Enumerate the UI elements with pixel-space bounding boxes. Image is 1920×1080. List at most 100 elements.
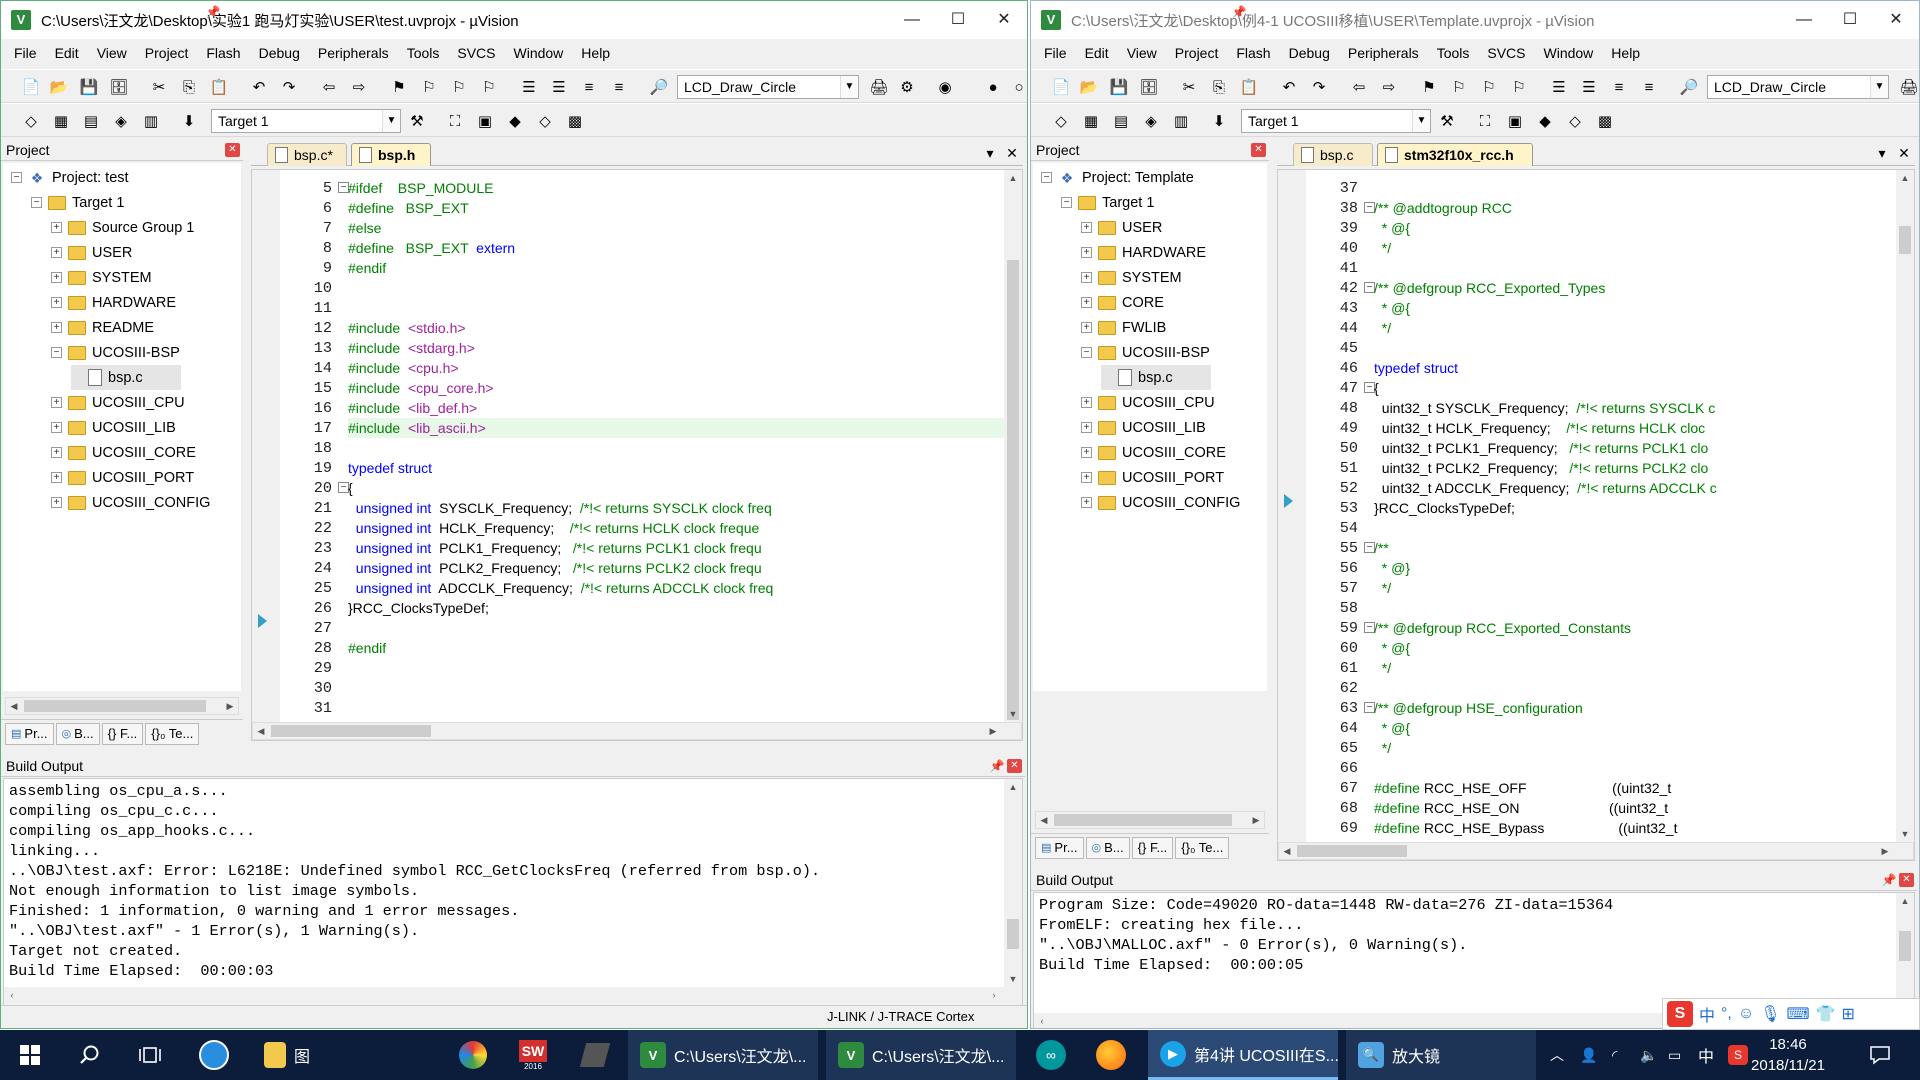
menu-item[interactable]: File bbox=[5, 45, 46, 61]
menu-item[interactable]: Help bbox=[572, 45, 619, 61]
save-all-icon[interactable]: 🗄 bbox=[1139, 77, 1159, 97]
skin-icon[interactable]: 👕 bbox=[1816, 1004, 1836, 1024]
sogou-ime-icon[interactable]: S bbox=[1667, 1001, 1693, 1027]
next-bookmark-icon[interactable]: ⚐ bbox=[1479, 77, 1499, 97]
emoji-icon[interactable]: ☺ bbox=[1738, 1005, 1754, 1023]
taskbar-app-uvision-2[interactable]: V C:\Users\汪文龙\... bbox=[826, 1030, 1016, 1080]
start-button[interactable] bbox=[6, 1030, 54, 1080]
cut-icon[interactable]: ✂ bbox=[149, 77, 169, 97]
keyboard-icon[interactable]: ⌨ bbox=[1787, 1004, 1810, 1024]
scroll-up-icon[interactable]: ▲ bbox=[1004, 170, 1022, 186]
ime-mode[interactable]: 中 bbox=[1699, 1002, 1715, 1026]
tree-item[interactable]: + UCOSIII_CPU bbox=[51, 390, 185, 415]
clock[interactable]: 18:46 2018/11/21 bbox=[1738, 1034, 1838, 1076]
editor-vertical-scrollbar[interactable]: ▲ ▼ bbox=[1004, 170, 1022, 722]
comment-icon[interactable]: ≡ bbox=[1609, 77, 1629, 97]
unindent-icon[interactable]: ☰ bbox=[549, 77, 569, 97]
menu-item[interactable]: Flash bbox=[1227, 45, 1279, 61]
expand-icon[interactable]: + bbox=[51, 247, 62, 258]
select-packs-icon[interactable]: ◇ bbox=[1565, 111, 1585, 131]
bookmark-icon[interactable]: ⚑ bbox=[389, 77, 409, 97]
bottom-tab[interactable]: {}₀ Te... bbox=[145, 722, 200, 745]
collapse-icon[interactable]: − bbox=[1061, 197, 1072, 208]
tree-item[interactable]: − UCOSIII-BSP bbox=[1081, 340, 1210, 365]
menu-item[interactable]: Edit bbox=[46, 45, 88, 61]
print-icon[interactable]: 🖨 bbox=[869, 77, 889, 97]
file-extensions-icon[interactable]: ▣ bbox=[1505, 111, 1525, 131]
bottom-tab[interactable]: ▤ Pr... bbox=[5, 722, 54, 745]
bottom-tab[interactable]: ▤ Pr... bbox=[1035, 836, 1084, 859]
tree-item[interactable]: + HARDWARE bbox=[1081, 240, 1206, 265]
target-options-icon[interactable]: ⚒ bbox=[1437, 111, 1457, 131]
tray-language[interactable]: 中 bbox=[1698, 1043, 1714, 1067]
taskbar-app-magnifier[interactable]: 🔍 放大镜 bbox=[1346, 1030, 1536, 1080]
minimize-icon[interactable]: — bbox=[889, 1, 935, 39]
pack-installer-icon[interactable]: ◆ bbox=[505, 111, 525, 131]
tree-item[interactable]: + UCOSIII_PORT bbox=[51, 465, 194, 490]
breakpoint-disable-icon[interactable]: ○ bbox=[1009, 77, 1027, 97]
colorful-app-taskbar-icon[interactable] bbox=[450, 1030, 496, 1080]
debug-session-icon[interactable]: ◉ bbox=[935, 77, 955, 97]
tree-item[interactable]: + USER bbox=[51, 240, 132, 265]
save-icon[interactable]: 💾 bbox=[79, 77, 99, 97]
task-view-button[interactable] bbox=[126, 1030, 174, 1080]
scrollbar-thumb[interactable] bbox=[1007, 260, 1019, 720]
project-horizontal-scrollbar[interactable]: ◀ ▶ bbox=[1035, 811, 1265, 829]
pin-icon[interactable]: 📌 bbox=[1231, 1, 1247, 23]
output-vertical-scrollbar[interactable]: ▲▼ bbox=[1896, 893, 1914, 1013]
tree-item[interactable]: + HARDWARE bbox=[51, 290, 176, 315]
collapse-icon[interactable]: − bbox=[1081, 347, 1092, 358]
file-extensions-icon[interactable]: ▣ bbox=[475, 111, 495, 131]
scroll-up-icon[interactable]: ▲ bbox=[1896, 893, 1914, 909]
expand-icon[interactable]: + bbox=[51, 497, 62, 508]
manage-components-icon[interactable]: ⛶ bbox=[445, 111, 465, 131]
keyboard-icon[interactable]: ▭ bbox=[1668, 1047, 1681, 1064]
tree-item[interactable]: + UCOSIII_CONFIG bbox=[1081, 490, 1240, 515]
prev-bookmark-icon[interactable]: ⚐ bbox=[419, 77, 439, 97]
code-editor[interactable]: 37 38−/** @addtogroup RCC 39 * @{40 */41 42… bbox=[1277, 169, 1915, 861]
menu-item[interactable]: Peripherals bbox=[1339, 45, 1428, 61]
stop-build-icon[interactable]: ▥ bbox=[1171, 111, 1191, 131]
navigate-forward-icon[interactable]: ⇨ bbox=[349, 77, 369, 97]
batch-build-icon[interactable]: ◈ bbox=[1141, 111, 1161, 131]
navigate-forward-icon[interactable]: ⇨ bbox=[1379, 77, 1399, 97]
print-icon[interactable]: 🖨 bbox=[1899, 77, 1919, 97]
scroll-right-icon[interactable]: ▶ bbox=[985, 723, 1001, 739]
copy-icon[interactable]: ⎘ bbox=[1209, 77, 1229, 97]
maximize-icon[interactable]: ☐ bbox=[1827, 1, 1873, 39]
close-icon[interactable]: ✕ bbox=[1003, 142, 1021, 164]
collapse-icon[interactable]: − bbox=[11, 172, 22, 183]
copy-icon[interactable]: ⎘ bbox=[179, 77, 199, 97]
expand-icon[interactable]: + bbox=[1081, 422, 1092, 433]
browser-taskbar-icon[interactable] bbox=[190, 1030, 238, 1080]
editor-tab[interactable]: bsp.c* bbox=[267, 143, 347, 166]
target-combo[interactable]: Target 1 ▼ bbox=[1241, 109, 1431, 133]
expand-icon[interactable]: + bbox=[51, 297, 62, 308]
uncomment-icon[interactable]: ≡ bbox=[609, 77, 629, 97]
menu-item[interactable]: Peripherals bbox=[309, 45, 398, 61]
expand-icon[interactable]: + bbox=[1081, 222, 1092, 233]
taskbar-app-uvision-1[interactable]: V C:\Users\汪文龙\... bbox=[628, 1030, 818, 1080]
scroll-left-icon[interactable]: ‹ bbox=[1034, 1013, 1050, 1028]
close-icon[interactable]: ✕ bbox=[1873, 1, 1919, 39]
bottom-tab[interactable]: {} F... bbox=[101, 722, 144, 745]
scrollbar-thumb[interactable] bbox=[1007, 919, 1019, 949]
tree-item[interactable]: + UCOSIII_CORE bbox=[51, 440, 196, 465]
function-combo[interactable]: LCD_Draw_Circle ▼ bbox=[1707, 75, 1889, 99]
expand-icon[interactable]: + bbox=[51, 397, 62, 408]
scroll-left-icon[interactable]: ◀ bbox=[253, 723, 269, 739]
volume-icon[interactable]: 🔈 bbox=[1640, 1047, 1657, 1064]
tree-item[interactable]: + FWLIB bbox=[1081, 315, 1166, 340]
tree-item[interactable]: − Target 1 bbox=[31, 190, 124, 215]
tree-item[interactable]: − UCOSIII-BSP bbox=[51, 340, 180, 365]
expand-icon[interactable]: + bbox=[51, 422, 62, 433]
menu-item[interactable]: Tools bbox=[1428, 45, 1479, 61]
menu-item[interactable]: SVCS bbox=[1478, 45, 1534, 61]
editor-tab[interactable]: bsp.c bbox=[1293, 143, 1373, 166]
menu-item[interactable]: View bbox=[88, 45, 136, 61]
toolbox-icon[interactable]: ⊞ bbox=[1842, 1004, 1855, 1024]
expand-icon[interactable]: + bbox=[51, 447, 62, 458]
navigate-back-icon[interactable]: ⇦ bbox=[319, 77, 339, 97]
scroll-left-icon[interactable]: ◀ bbox=[6, 698, 22, 714]
taskbar-folder[interactable]: 图 bbox=[252, 1030, 320, 1080]
